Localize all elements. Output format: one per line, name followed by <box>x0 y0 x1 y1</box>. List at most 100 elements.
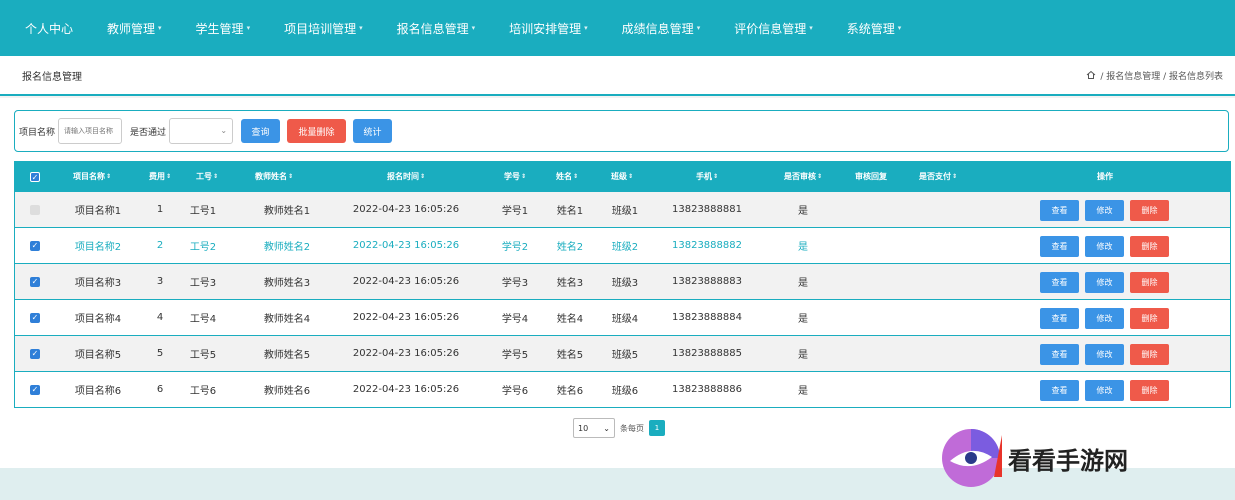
table-row[interactable]: ✓ 项目名称2 2 工号2 教师姓名2 2022-04-23 16:05:26 学号2 姓名2… <box>15 227 1230 263</box>
view-button[interactable]: 查看 <box>1040 344 1079 365</box>
row-checkbox[interactable]: ✓ <box>29 228 41 263</box>
table-row[interactable]: ✓ 项目名称6 6 工号6 教师姓名6 2022-04-23 16:05:26 学号6 姓名6… <box>15 371 1230 407</box>
cell-reply <box>845 264 897 299</box>
nav-item-label: 项目培训管理 <box>284 21 357 36</box>
view-button[interactable]: 查看 <box>1040 236 1079 257</box>
sort-icon[interactable]: ⇕ <box>288 173 293 180</box>
row-checkbox[interactable]: ✓ <box>29 300 41 335</box>
nav-item[interactable]: 项目培训管理 ▾ <box>273 0 374 56</box>
delete-button[interactable]: 删除 <box>1130 380 1169 401</box>
row-checkbox[interactable]: ✓ <box>29 264 41 299</box>
edit-button[interactable]: 修改 <box>1085 308 1124 329</box>
nav-item[interactable]: 系统管理 ▾ <box>836 0 913 56</box>
table-row[interactable]: 项目名称1 1 工号1 教师姓名1 2022-04-23 16:05:26 学号1 姓名1 班… <box>15 191 1230 227</box>
row-checkbox[interactable]: ✓ <box>29 372 41 407</box>
view-button[interactable]: 查看 <box>1040 308 1079 329</box>
sort-icon[interactable]: ⇕ <box>213 173 218 180</box>
column-header[interactable]: 项目名称 ⇕ <box>73 162 111 191</box>
edit-button[interactable]: 修改 <box>1085 380 1124 401</box>
edit-button[interactable]: 修改 <box>1085 236 1124 257</box>
column-header[interactable]: 班级 ⇕ <box>611 162 633 191</box>
column-header[interactable]: 是否支付 ⇕ <box>911 162 965 191</box>
column-header-label: 是否审核 <box>783 172 816 181</box>
view-button[interactable]: 查看 <box>1040 200 1079 221</box>
nav-item[interactable]: 学生管理 ▾ <box>185 0 262 56</box>
cell-student-no: 学号4 <box>501 314 529 325</box>
nav-item[interactable]: 成绩信息管理 ▾ <box>611 0 712 56</box>
home-icon[interactable] <box>1086 70 1096 80</box>
row-checkbox[interactable] <box>29 192 41 227</box>
cell-name: 姓名1 <box>556 206 584 217</box>
table-row[interactable]: ✓ 项目名称3 3 工号3 教师姓名3 2022-04-23 16:05:26 学号3 姓名3… <box>15 263 1230 299</box>
nav-item-label: 学生管理 <box>195 21 244 36</box>
batch-delete-button[interactable]: 批量删除 <box>287 119 347 143</box>
page-number-button[interactable]: 1 <box>649 420 665 436</box>
checkbox-icon: ✓ <box>30 171 40 182</box>
nav-item[interactable]: 评价信息管理 ▾ <box>723 0 824 56</box>
column-header[interactable]: 姓名 ⇕ <box>556 162 578 191</box>
cell-job-no: 工号2 <box>189 242 217 253</box>
column-header[interactable]: 学号 ⇕ <box>504 162 526 191</box>
main-content: 项目名称 是否通过 ⌄ 查询 批量删除 统计 ✓ 项目名称⇕ 费用⇕ 工号⇕ 教师姓名… <box>0 98 1235 468</box>
cell-time: 2022-04-23 16:05:26 <box>352 204 460 215</box>
stats-button[interactable]: 统计 <box>353 119 393 143</box>
sort-icon[interactable]: ⇕ <box>713 173 718 180</box>
sort-icon[interactable]: ⇕ <box>817 173 822 180</box>
nav-item[interactable]: 教师管理 ▾ <box>96 0 173 56</box>
delete-button[interactable]: 删除 <box>1130 308 1169 329</box>
passed-select[interactable]: ⌄ <box>169 118 234 144</box>
sort-icon[interactable]: ⇕ <box>952 173 957 180</box>
column-header[interactable]: 工号 ⇕ <box>196 162 218 191</box>
cell-paid <box>911 372 965 407</box>
edit-button[interactable]: 修改 <box>1085 344 1124 365</box>
cell-time: 2022-04-23 16:05:26 <box>352 276 460 287</box>
breadcrumb-path[interactable]: / 报名信息管理 / 报名信息列表 <box>1100 69 1223 82</box>
column-header[interactable]: 费用 ⇕ <box>143 162 177 191</box>
table-row[interactable]: ✓ 项目名称4 4 工号4 教师姓名4 2022-04-23 16:05:26 学号4 姓名4… <box>15 299 1230 335</box>
cell-class: 班级4 <box>611 314 639 325</box>
nav-item-label: 教师管理 <box>107 21 156 36</box>
query-button[interactable]: 查询 <box>241 119 281 143</box>
edit-button[interactable]: 修改 <box>1085 200 1124 221</box>
column-header[interactable]: 手机 ⇕ <box>665 162 749 191</box>
table-row[interactable]: ✓ 项目名称5 5 工号5 教师姓名5 2022-04-23 16:05:26 学号5 姓名5… <box>15 335 1230 371</box>
delete-button[interactable]: 删除 <box>1130 200 1169 221</box>
column-header[interactable]: 报名时间 ⇕ <box>343 162 469 191</box>
sort-icon[interactable]: ⇕ <box>420 173 425 180</box>
nav-item[interactable]: 培训安排管理 ▾ <box>498 0 599 56</box>
column-header[interactable]: 操作 <box>1025 162 1185 191</box>
delete-button[interactable]: 删除 <box>1130 344 1169 365</box>
delete-button[interactable]: 删除 <box>1130 236 1169 257</box>
page-size-select[interactable]: 10 ⌄ <box>573 418 615 438</box>
pagination: 10 ⌄ 条每页 1 <box>573 418 665 438</box>
sort-icon[interactable]: ⇕ <box>628 173 633 180</box>
sort-icon[interactable]: ⇕ <box>573 173 578 180</box>
search-bar: 项目名称 是否通过 ⌄ 查询 批量删除 统计 <box>14 110 1229 152</box>
breadcrumb: / 报名信息管理 / 报名信息列表 <box>1086 69 1223 82</box>
nav-item[interactable]: 报名信息管理 ▾ <box>386 0 487 56</box>
column-header-label: 学号 <box>504 172 520 181</box>
nav-item-label: 报名信息管理 <box>396 21 469 36</box>
cell-time: 2022-04-23 16:05:26 <box>352 384 460 395</box>
sort-icon[interactable]: ⇕ <box>166 173 171 180</box>
row-checkbox[interactable]: ✓ <box>29 336 41 371</box>
delete-button[interactable]: 删除 <box>1130 272 1169 293</box>
cell-project: 项目名称1 <box>74 206 122 217</box>
edit-button[interactable]: 修改 <box>1085 272 1124 293</box>
checkbox-icon <box>30 204 40 215</box>
cell-phone: 13823888882 <box>672 240 742 251</box>
cell-teacher: 教师姓名6 <box>263 386 311 397</box>
nav-item-label: 成绩信息管理 <box>621 21 694 36</box>
view-button[interactable]: 查看 <box>1040 272 1079 293</box>
sort-icon[interactable]: ⇕ <box>521 173 526 180</box>
project-name-input[interactable] <box>58 118 123 144</box>
column-header-label: 操作 <box>1097 172 1113 181</box>
cell-audited: 是 <box>798 278 808 289</box>
column-header[interactable]: 教师姓名 ⇕ <box>255 162 293 191</box>
select-all-checkbox[interactable]: ✓ <box>29 162 41 191</box>
view-button[interactable]: 查看 <box>1040 380 1079 401</box>
column-header[interactable]: 是否审核 ⇕ <box>775 162 831 191</box>
nav-item[interactable]: 个人中心 <box>14 0 84 56</box>
column-header[interactable]: 审核回复 <box>845 162 897 191</box>
sort-icon[interactable]: ⇕ <box>106 173 111 180</box>
